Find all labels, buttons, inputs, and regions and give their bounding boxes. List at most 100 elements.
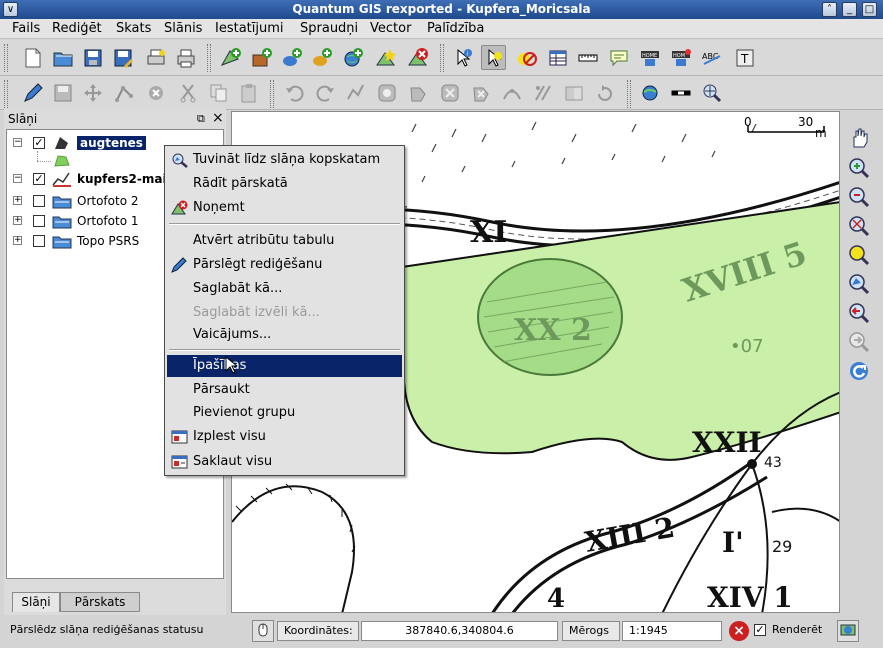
menu-item-properties[interactable]: Īpašības xyxy=(167,355,402,377)
layer-visibility-checkbox[interactable] xyxy=(33,215,45,227)
layer-name[interactable]: Topo PSRS xyxy=(77,234,139,248)
scale-bar-icon[interactable] xyxy=(668,80,693,105)
delete-ring-icon[interactable] xyxy=(437,80,462,105)
menu-fails[interactable]: Fails xyxy=(12,21,40,36)
rotate-point-icon[interactable] xyxy=(592,80,617,105)
menu-item-rename[interactable]: Pārsaukt xyxy=(167,379,402,401)
attribute-table-icon[interactable] xyxy=(545,45,570,70)
menu-item-query[interactable]: Vaicājums... xyxy=(167,324,402,346)
projection-button[interactable] xyxy=(837,620,859,642)
label-icon[interactable]: T xyxy=(732,45,757,70)
add-vector-layer-icon[interactable] xyxy=(218,45,243,70)
menu-item-collapse-all[interactable]: Saklaut visu xyxy=(167,451,402,473)
node-tool-icon[interactable] xyxy=(112,80,137,105)
simplify-feature-icon[interactable] xyxy=(343,80,368,105)
toolbar-grip[interactable] xyxy=(4,44,8,72)
menu-item-expand-all[interactable]: Izplest visu xyxy=(167,426,402,448)
zoom-to-layer-icon[interactable] xyxy=(845,270,873,298)
print-composer-icon[interactable] xyxy=(143,45,168,70)
redo-icon[interactable] xyxy=(312,80,337,105)
close-panel-icon[interactable]: × xyxy=(212,110,224,126)
add-wms-layer-icon[interactable] xyxy=(340,45,365,70)
remove-layer-icon[interactable] xyxy=(405,45,430,70)
layer-name[interactable]: augtenes xyxy=(77,136,146,150)
menu-item-open-attribute-table[interactable]: Atvērt atribūtu tabulu xyxy=(167,230,402,252)
text-annotation-icon[interactable]: ABC xyxy=(699,45,724,70)
layer-visibility-checkbox[interactable] xyxy=(33,235,45,247)
save-edits-icon[interactable] xyxy=(50,80,75,105)
add-spatialite-layer-icon[interactable] xyxy=(309,45,334,70)
menu-item-toggle-editing[interactable]: Pārslēgt rediģēšanu xyxy=(167,254,402,276)
new-vector-layer-icon[interactable] xyxy=(373,45,398,70)
toggle-editing-icon[interactable] xyxy=(20,80,45,105)
render-toggle[interactable]: ✓ Renderēt xyxy=(752,621,832,641)
identify-icon[interactable]: i xyxy=(450,45,475,70)
expand-icon[interactable]: + xyxy=(13,216,22,225)
refresh-icon[interactable] xyxy=(845,357,873,385)
menu-item-show-in-overview[interactable]: Rādīt pārskatā xyxy=(167,173,402,195)
split-features-icon[interactable] xyxy=(530,80,555,105)
reshape-icon[interactable] xyxy=(499,80,524,105)
toolbar-grip[interactable] xyxy=(627,80,631,108)
measure-line-icon[interactable] xyxy=(575,45,600,70)
layer-visibility-checkbox[interactable] xyxy=(33,195,45,207)
zoom-out-icon[interactable] xyxy=(845,183,873,211)
float-panel-icon[interactable]: ⧉ xyxy=(197,112,205,126)
show-bookmarks-icon[interactable]: HOM xyxy=(668,45,693,70)
add-ring-icon[interactable] xyxy=(374,80,399,105)
menu-slanis[interactable]: Slānis xyxy=(164,21,202,36)
expand-icon[interactable]: + xyxy=(13,196,22,205)
layer-visibility-checkbox[interactable]: ✓ xyxy=(33,173,45,185)
toolbar-grip[interactable] xyxy=(4,80,8,108)
move-feature-icon[interactable] xyxy=(80,80,105,105)
select-features-icon[interactable] xyxy=(481,45,506,70)
merge-features-icon[interactable] xyxy=(561,80,586,105)
layer-name[interactable]: Ortofoto 2 xyxy=(77,194,139,208)
render-checkbox[interactable]: ✓ xyxy=(754,624,766,636)
paste-features-icon[interactable] xyxy=(236,80,261,105)
north-arrow-icon[interactable] xyxy=(699,80,724,105)
layer-name[interactable]: Ortofoto 1 xyxy=(77,214,139,228)
menu-rediget[interactable]: Rediģēt xyxy=(52,21,102,36)
toolbar-grip[interactable] xyxy=(270,80,274,108)
collapse-icon[interactable]: − xyxy=(13,174,22,183)
scale-field[interactable]: 1:1945 xyxy=(622,621,722,641)
pan-icon[interactable] xyxy=(845,125,873,153)
new-project-icon[interactable] xyxy=(20,45,45,70)
gps-icon[interactable] xyxy=(637,80,662,105)
collapse-icon[interactable]: − xyxy=(13,138,22,147)
zoom-next-icon[interactable] xyxy=(845,328,873,356)
zoom-last-icon[interactable] xyxy=(845,299,873,327)
open-project-icon[interactable] xyxy=(50,45,75,70)
print-icon[interactable] xyxy=(173,45,198,70)
menu-item-zoom-to-layer[interactable]: Tuvināt līdz slāņa kopskatam xyxy=(167,149,402,171)
menu-item-remove[interactable]: Noņemt xyxy=(167,197,402,219)
expand-icon[interactable]: + xyxy=(13,236,22,245)
save-project-icon[interactable] xyxy=(80,45,105,70)
zoom-full-icon[interactable] xyxy=(845,212,873,240)
undo-icon[interactable] xyxy=(282,80,307,105)
tab-overview[interactable]: Pārskats xyxy=(60,592,140,612)
toolbar-grip[interactable] xyxy=(207,44,211,72)
toolbar-grip[interactable] xyxy=(440,44,444,72)
menu-item-add-group[interactable]: Pievienot grupu xyxy=(167,402,402,424)
menu-skats[interactable]: Skats xyxy=(116,21,151,36)
coordinates-field[interactable]: 387840.6,340804.6 xyxy=(361,621,558,641)
menu-palidziba[interactable]: Palīdzība xyxy=(427,21,484,36)
add-postgis-layer-icon[interactable] xyxy=(279,45,304,70)
copy-features-icon[interactable] xyxy=(206,80,231,105)
save-as-icon[interactable] xyxy=(110,45,135,70)
toggle-extents-button[interactable] xyxy=(252,620,274,642)
delete-selected-icon[interactable] xyxy=(143,80,168,105)
delete-part-icon[interactable] xyxy=(468,80,493,105)
tab-layers[interactable]: Slāņi xyxy=(12,592,60,612)
menu-vector[interactable]: Vector xyxy=(370,21,411,36)
menu-item-save-as[interactable]: Saglabāt kā... xyxy=(167,278,402,300)
menu-iestatijumi[interactable]: Iestatījumi xyxy=(215,21,284,36)
add-part-icon[interactable] xyxy=(405,80,430,105)
deselect-icon[interactable] xyxy=(513,45,538,70)
zoom-to-selection-icon[interactable] xyxy=(845,241,873,269)
stop-render-icon[interactable]: × xyxy=(729,621,749,641)
layer-visibility-checkbox[interactable]: ✓ xyxy=(33,137,45,149)
map-tips-icon[interactable] xyxy=(606,45,631,70)
